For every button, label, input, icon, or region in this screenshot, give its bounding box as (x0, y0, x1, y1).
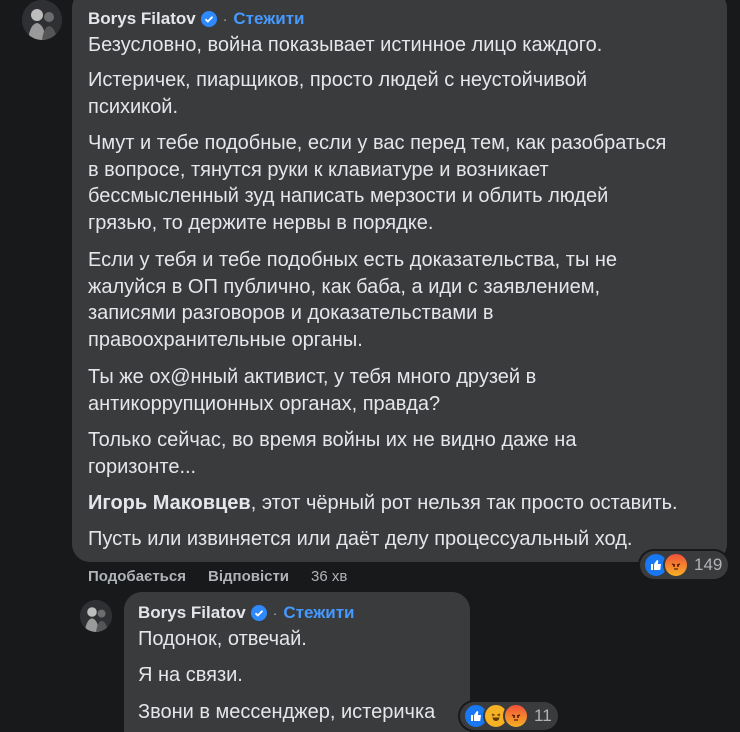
comment-paragraph: Пусть или извиняется или даёт делу проце… (88, 528, 633, 550)
comment-paragraph: Только сейчас, во время войны их не видн… (88, 429, 577, 478)
reaction-summary[interactable]: 149 (640, 551, 729, 579)
avatar[interactable] (22, 0, 62, 40)
reaction-count: 11 (534, 706, 552, 725)
mention-link[interactable]: Игорь Маковцев (88, 492, 251, 514)
comment-paragraph: Ты же ох@нный активист, у тебя много дру… (88, 366, 537, 415)
separator: · (222, 11, 228, 27)
reply-header: Borys Filatov · Стежити (138, 603, 355, 623)
verified-icon (250, 605, 267, 621)
comment-header: Borys Filatov · Стежити (88, 9, 305, 29)
reaction-count: 149 (694, 555, 723, 574)
verified-icon (200, 11, 217, 27)
comment-paragraph: Безусловно, война показывает истинное ли… (88, 34, 603, 56)
author-name[interactable]: Borys Filatov (88, 9, 196, 29)
follow-button[interactable]: Стежити (283, 603, 354, 623)
reply-line: Подонок, отвечай. (138, 628, 307, 650)
like-button[interactable]: Подобається (88, 568, 186, 585)
reply-avatar[interactable] (80, 600, 112, 632)
follow-button[interactable]: Стежити (233, 9, 304, 29)
comment-actions: Подобається Відповісти 36 хв (88, 568, 369, 585)
reply-line: Я на связи. (138, 664, 243, 686)
comment-paragraph: Если у тебя и тебе подобных есть доказат… (88, 249, 618, 351)
comment-paragraph: Игорь Маковцев, этот чёрный рот нельзя т… (88, 492, 678, 514)
comment-paragraph: Чмут и тебе подобные, если у вас перед т… (88, 132, 667, 234)
angry-icon (663, 552, 689, 578)
author-name[interactable]: Borys Filatov (138, 603, 246, 623)
comment-paragraph: Истеричек, пиарщиков, просто людей с неу… (88, 69, 588, 118)
reply-reaction-summary[interactable]: 11 (460, 702, 558, 730)
timestamp[interactable]: 36 хв (311, 568, 347, 585)
reply-button[interactable]: Відповісти (208, 568, 289, 585)
separator: · (272, 605, 278, 621)
angry-icon (503, 703, 529, 729)
reply-line: Звони в мессенджер, истеричка (138, 701, 436, 723)
